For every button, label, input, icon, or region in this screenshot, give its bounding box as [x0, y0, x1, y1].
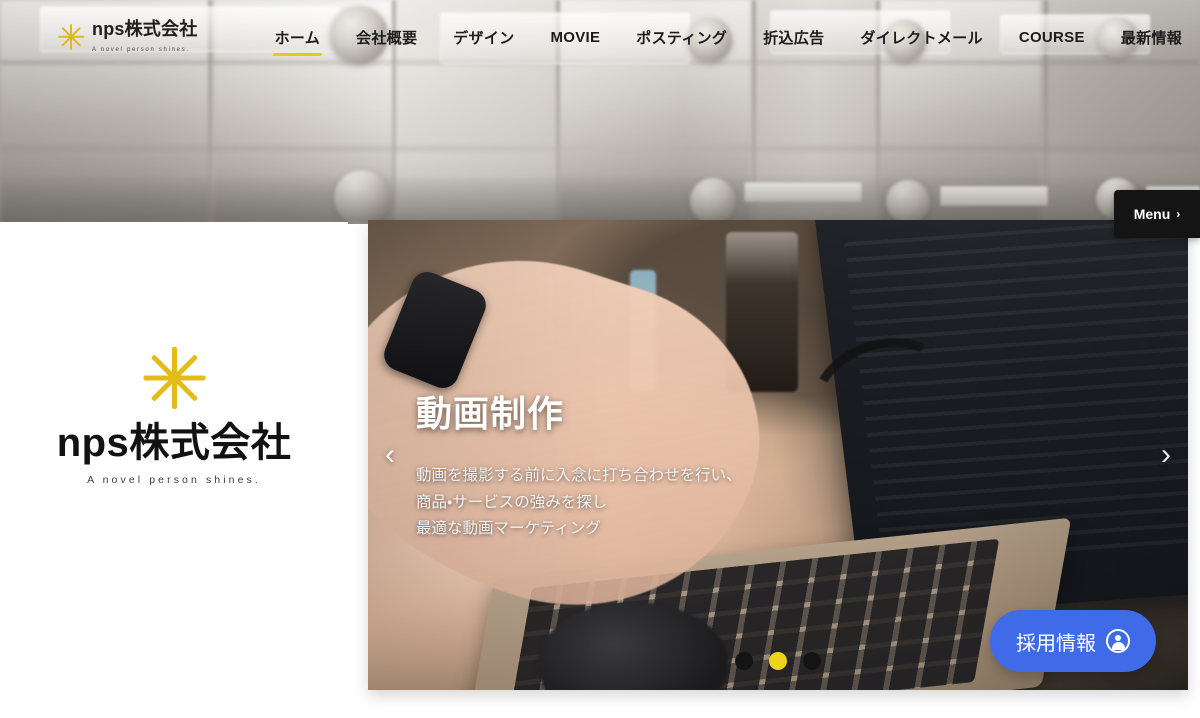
slider-pagination: [735, 652, 821, 670]
slide-title: 動画制作: [416, 393, 565, 434]
slide-body-line: 商品・サービスの強みを探し: [416, 493, 608, 511]
brand-panel: nps株式会社 A novel person shines.: [0, 222, 348, 718]
brand-tagline: A novel person shines.: [92, 46, 190, 53]
top-navigation-bar: nps株式会社 A novel person shines. ホーム 会社概要 …: [0, 0, 1200, 74]
nav-item-posting[interactable]: ポスティング: [618, 0, 745, 74]
slider-prev-arrow[interactable]: ‹: [376, 437, 404, 473]
chevron-right-icon: ›: [1176, 207, 1181, 221]
site-logo[interactable]: nps株式会社 A novel person shines.: [58, 20, 203, 55]
slide-caption: 動画制作 動画を撮影する前に入念に打ち合わせを行い、 商品・サービスの強みを探し…: [416, 385, 742, 543]
slider-dot-2[interactable]: [769, 652, 787, 670]
main-menu: ホーム 会社概要 デザイン MOVIE ポスティング 折込広告 ダイレクトメール…: [257, 0, 1200, 74]
slider-next-arrow[interactable]: ›: [1152, 437, 1180, 473]
nav-item-latest-news[interactable]: 最新情報: [1103, 0, 1200, 74]
nav-item-course[interactable]: COURSE: [1001, 0, 1103, 74]
nav-item-home[interactable]: ホーム: [257, 0, 338, 74]
hero-logo-name: nps株式会社: [56, 421, 292, 465]
user-circle-icon: [1106, 629, 1130, 653]
slider-dot-3[interactable]: [803, 652, 821, 670]
hero-slider: 動画制作 動画を撮影する前に入念に打ち合わせを行い、 商品・サービスの強みを探し…: [368, 220, 1188, 690]
slide-body: 動画を撮影する前に入念に打ち合わせを行い、 商品・サービスの強みを探し 最適な動…: [416, 463, 742, 543]
nav-item-design[interactable]: デザイン: [435, 0, 532, 74]
nav-item-direct-mail[interactable]: ダイレクトメール: [842, 0, 1000, 74]
eight-point-asterisk-icon: [58, 24, 85, 50]
slide-body-line: 動画を撮影する前に入念に打ち合わせを行い、: [416, 467, 742, 484]
nav-item-insert-ads[interactable]: 折込広告: [745, 0, 842, 74]
menu-tab-label: Menu: [1133, 206, 1171, 222]
page-root: nps株式会社 A novel person shines. ホーム 会社概要 …: [0, 0, 1200, 718]
eight-point-asterisk-icon: [143, 347, 205, 409]
nav-item-company[interactable]: 会社概要: [338, 0, 435, 74]
menu-tab-button[interactable]: Menu ›: [1114, 190, 1200, 238]
hero-logo: nps株式会社 A novel person shines.: [0, 347, 348, 486]
slide-body-line: 最適な動画マーケティング: [416, 520, 601, 538]
slider-dot-1[interactable]: [735, 652, 753, 670]
brand-name: nps株式会社: [92, 18, 198, 39]
hero-logo-tagline: A novel person shines.: [87, 474, 261, 486]
recruit-info-label: 採用情報: [1016, 632, 1096, 655]
nav-item-movie[interactable]: MOVIE: [532, 0, 618, 74]
recruit-info-button[interactable]: 採用情報: [990, 610, 1156, 672]
